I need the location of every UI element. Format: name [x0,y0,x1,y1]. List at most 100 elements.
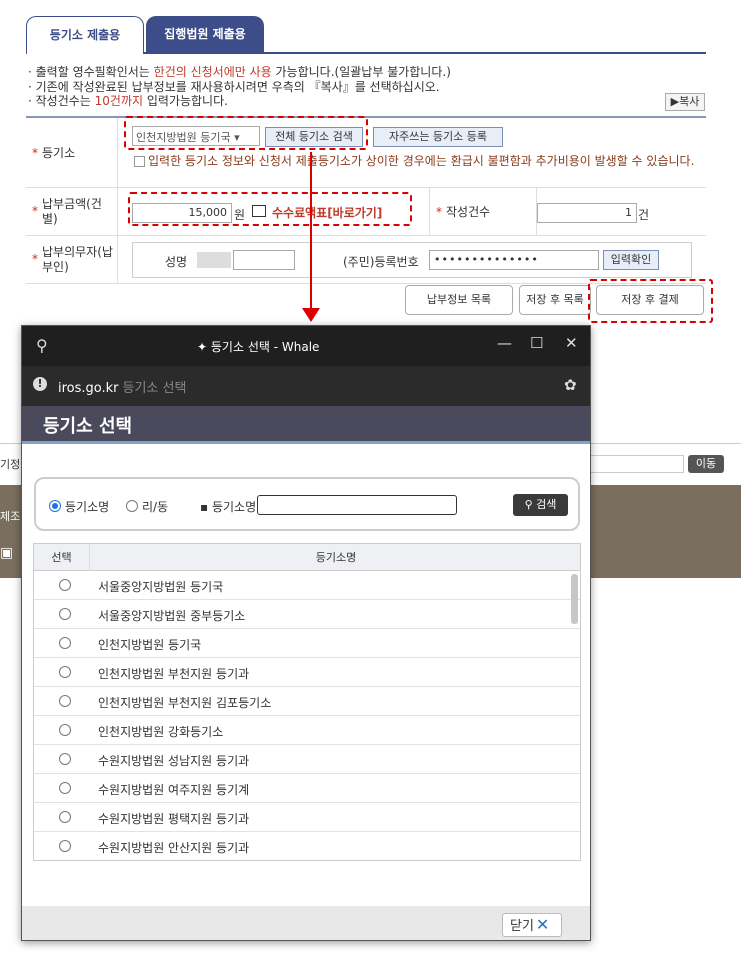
button-label: 검색 [536,498,557,511]
scrollbar[interactable] [571,574,578,624]
save-list-button[interactable]: 저장 후 목록 [519,285,591,315]
office-radio[interactable] [59,811,71,823]
id-input[interactable]: •••••••••••••• [429,250,599,270]
registry-select-popup: ⚲ ✦ 등기소 선택 - Whale — ☐ ✕ ! iros.go.kr 등기소… [21,325,591,941]
payer-label: * 납부의무자(납부인) [26,236,118,283]
tab-court[interactable]: 집행법원 제출용 [146,16,264,53]
amount-label: * 납부금액(건별) [26,188,118,235]
close-x-icon: ✕ [535,915,550,934]
whale-icon: ✦ [197,340,208,354]
search-button[interactable]: ⚲ 검색 [513,494,568,516]
list-item[interactable]: 인천지방법원 부천지원 등기과 [34,658,580,687]
annotation-arrow [310,152,312,310]
radio-registry-name[interactable] [49,500,61,512]
office-name: 서울중앙지방법원 중부등기소 [98,609,246,623]
address-bar: ! iros.go.kr 등기소 선택 ✿ [22,366,590,406]
close-icon[interactable]: ✕ [565,334,578,352]
office-name: 인천지방법원 등기국 [98,638,202,652]
radio-area[interactable] [126,500,138,512]
radio-label: 등기소명 [65,500,110,514]
background-text: 제조 [0,510,21,523]
arrow-head-icon [302,308,320,322]
url-text: iros.go.kr 등기소 선택 [58,377,186,396]
office-name: 서울중앙지방법원 등기국 [98,580,224,594]
close-button[interactable]: 닫기 ✕ [502,913,562,937]
move-button[interactable]: 이동 [688,455,724,473]
minimize-icon[interactable]: — [497,334,512,352]
payer-row: * 납부의무자(납부인) 성명 (주민)등록번호 •••••••••••••• 입… [26,236,706,284]
extension-icon[interactable]: ✿ [564,376,577,394]
pin-icon[interactable]: ⚲ [36,336,48,355]
office-radio[interactable] [59,579,71,591]
office-radio[interactable] [59,753,71,765]
list-item[interactable]: 인천지방법원 부천지원 김포등기소 [34,687,580,716]
background-select[interactable] [590,455,684,473]
office-name: 수원지방법원 평택지원 등기과 [98,812,250,826]
confirm-button[interactable]: 입력확인 [603,250,659,270]
notice-text: 입력가능합니다. [143,94,228,108]
office-radio[interactable] [59,695,71,707]
search-input[interactable] [257,495,457,515]
office-radio[interactable] [59,840,71,852]
office-radio[interactable] [59,637,71,649]
popup-heading: 등기소 선택 [43,416,133,437]
highlight-box [128,192,412,226]
search-label: ▪ 등기소명 [200,500,257,514]
list-item[interactable]: 서울중앙지방법원 등기국 [34,571,580,600]
list-item[interactable]: 수원지방법원 여주지원 등기계 [34,774,580,803]
tab-registry[interactable]: 등기소 제출용 [26,16,144,54]
id-label: (주민)등록번호 [343,255,419,269]
tab-bar: 등기소 제출용 집행법원 제출용 [26,16,706,54]
name-masked [197,252,231,268]
list-item[interactable]: 서울중앙지방법원 중부등기소 [34,600,580,629]
radio-label: 리/동 [142,500,169,514]
office-radio[interactable] [59,608,71,620]
label-text: 납부금액(건별) [42,196,102,226]
col-select: 선택 [34,544,90,571]
office-name: 인천지방법원 부천지원 등기과 [98,667,250,681]
list-item[interactable]: 수원지방법원 안산지원 등기과 [34,832,580,860]
office-name: 수원지방법원 안산지원 등기과 [98,841,250,855]
info-icon[interactable]: ! [33,377,47,391]
highlight-box [124,116,368,150]
registry-list: 선택 등기소명 서울중앙지방법원 등기국서울중앙지방법원 중부등기소인천지방법원… [33,543,581,861]
notice-highlight: 10건까지 [94,94,144,108]
office-name: 수원지방법원 여주지원 등기계 [98,783,250,797]
list-header: 선택 등기소명 [34,544,580,571]
registry-label: * 등기소 [26,118,118,187]
payer-box: 성명 (주민)등록번호 •••••••••••••• 입력확인 [132,242,692,278]
popup-footer: 닫기 ✕ [22,906,590,940]
notice-text: · 작성건수는 [28,94,95,108]
office-radio[interactable] [59,724,71,736]
payment-form: * 등기소 인천지방법원 등기국 ▾ 전체 등기소 검색 자주쓰는 등기소 등록 … [26,116,706,284]
count-label: * 작성건수 [429,188,537,235]
name-input[interactable] [233,250,295,270]
label-text: 등기소 [42,146,76,160]
notice-text: · 출력할 영수필확인서는 [28,65,154,79]
col-name: 등기소명 [315,551,357,564]
registry-warning: 입력한 등기소 정보와 신청서 제출등기소가 상이한 경우에는 환급시 불편함과… [148,154,695,168]
window-title: ✦ 등기소 선택 - Whale [197,338,319,355]
office-radio[interactable] [59,666,71,678]
notice-highlight: 한건의 신청서에만 사용 [153,65,272,79]
count-unit: 건 [638,208,650,222]
list-item[interactable]: 수원지방법원 평택지원 등기과 [34,803,580,832]
list-item[interactable]: 인천지방법원 등기국 [34,629,580,658]
payment-list-button[interactable]: 납부정보 목록 [405,285,513,315]
office-radio[interactable] [59,782,71,794]
notice-text: 가능합니다.(일괄납부 불가합니다.) [271,65,451,79]
highlight-box [588,279,713,323]
frequent-registry-button[interactable]: 자주쓰는 등기소 등록 [373,127,503,147]
url-domain: iros.go.kr [58,381,119,396]
list-item[interactable]: 수원지방법원 성남지원 등기과 [34,745,580,774]
monitor-icon: ▣ [0,545,14,561]
button-label: 닫기 [510,919,534,934]
list-item[interactable]: 인천지방법원 강화등기소 [34,716,580,745]
background-text: 기정 [0,458,21,471]
count-input[interactable]: 1 [537,203,637,223]
office-name: 인천지방법원 부천지원 김포등기소 [98,696,272,710]
label-text: 납부의무자(납부인) [42,244,113,274]
copy-button[interactable]: ▶복사 [665,93,705,111]
url-page-title: 등기소 선택 [122,381,187,396]
maximize-icon[interactable]: ☐ [530,334,543,352]
